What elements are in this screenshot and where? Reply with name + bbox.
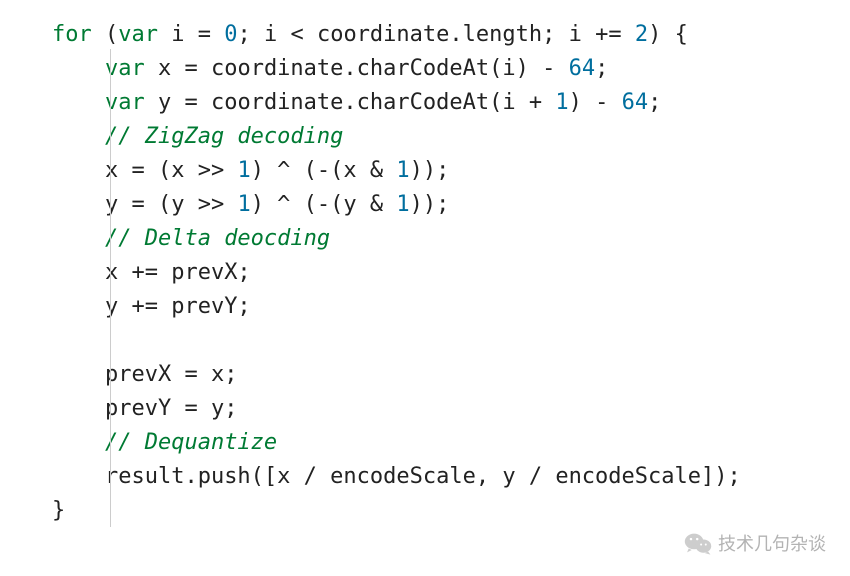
watermark: 技术几句杂谈 bbox=[684, 530, 826, 556]
code-line: } bbox=[52, 498, 65, 523]
code-line: y = (y >> 1) ^ (-(y & 1)); bbox=[52, 192, 449, 217]
comment-token: // Dequantize bbox=[105, 430, 277, 455]
code-line: result.push([x / encodeScale, y / encode… bbox=[52, 464, 741, 489]
number-token: 1 bbox=[396, 192, 409, 217]
code-line: // Delta deocding bbox=[52, 226, 330, 251]
code-line: var x = coordinate.charCodeAt(i) - 64; bbox=[52, 56, 608, 81]
code-block: for (var i = 0; i < coordinate.length; i… bbox=[0, 0, 850, 528]
code-line: var y = coordinate.charCodeAt(i + 1) - 6… bbox=[52, 90, 661, 115]
comment-token: // Delta deocding bbox=[105, 226, 330, 251]
code-line: x = (x >> 1) ^ (-(x & 1)); bbox=[52, 158, 449, 183]
indent-guide bbox=[110, 49, 111, 527]
code-line: y += prevY; bbox=[52, 294, 251, 319]
number-token: 64 bbox=[622, 90, 649, 115]
keyword-token: var bbox=[118, 22, 158, 47]
number-token: 1 bbox=[237, 158, 250, 183]
code-line: for (var i = 0; i < coordinate.length; i… bbox=[52, 22, 688, 47]
code-line: // Dequantize bbox=[52, 430, 277, 455]
code-line: // ZigZag decoding bbox=[52, 124, 343, 149]
wechat-icon bbox=[684, 531, 712, 555]
number-token: 1 bbox=[555, 90, 568, 115]
code-line: prevY = y; bbox=[52, 396, 237, 421]
keyword-token: for bbox=[52, 22, 92, 47]
watermark-text: 技术几句杂谈 bbox=[718, 530, 826, 556]
comment-token: // ZigZag decoding bbox=[105, 124, 343, 149]
number-token: 2 bbox=[635, 22, 648, 47]
number-token: 0 bbox=[224, 22, 237, 47]
number-token: 1 bbox=[237, 192, 250, 217]
code-line: x += prevX; bbox=[52, 260, 251, 285]
number-token: 1 bbox=[396, 158, 409, 183]
code-line: prevX = x; bbox=[52, 362, 237, 387]
number-token: 64 bbox=[569, 56, 596, 81]
code-line bbox=[52, 328, 105, 353]
